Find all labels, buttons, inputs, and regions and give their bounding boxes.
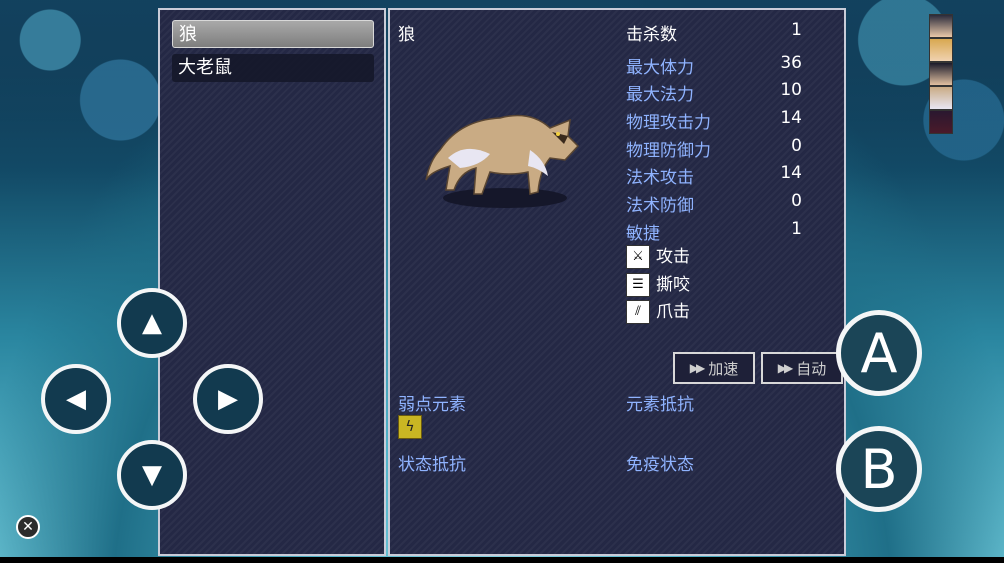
auto-label: 自动 (796, 359, 827, 378)
enemy-list-window: 狼 大老鼠 (158, 8, 386, 556)
stat-value-kills: 1 (791, 20, 802, 40)
stat-value-mag-atk: 14 (780, 163, 802, 183)
speed-up-button[interactable]: ▶▶ 加速 (673, 352, 755, 384)
stat-label-mag-def: 法术防御 (626, 196, 694, 216)
enemy-name: 狼 (398, 25, 415, 45)
skill-label: 撕咬 (656, 275, 690, 295)
stat-label-phys-def: 物理防御力 (626, 141, 711, 161)
sword-icon: ⚔ (626, 245, 650, 269)
skill-claw: ⫽ 爪击 (626, 300, 690, 324)
speed-up-label: 加速 (708, 359, 739, 378)
stat-label-max-mp: 最大法力 (626, 85, 694, 105)
stat-value-phys-atk: 14 (780, 108, 802, 128)
claw-icon: ⫽ (626, 300, 650, 324)
party-portrait (929, 14, 953, 38)
dpad-left-button[interactable]: ◀ (41, 364, 111, 434)
a-button-label: A (860, 321, 898, 385)
arrow-left-icon: ◀ (66, 384, 86, 414)
arrow-up-icon: ▲ (142, 308, 162, 338)
bite-icon: ☰ (626, 273, 650, 297)
stat-value-agility: 1 (791, 219, 802, 239)
dpad-up-button[interactable]: ▲ (117, 288, 187, 358)
party-portrait (929, 62, 953, 86)
arrow-right-icon: ▶ (218, 384, 238, 414)
wolf-sprite (425, 114, 580, 208)
party-portrait (929, 110, 953, 134)
list-item-label: 大老鼠 (178, 57, 232, 78)
immune-state-label: 免疫状态 (626, 455, 694, 475)
list-item-label: 狼 (179, 24, 197, 45)
close-icon[interactable]: ✕ (16, 515, 40, 539)
dpad-down-button[interactable]: ▼ (117, 440, 187, 510)
arrow-down-icon: ▼ (142, 460, 162, 490)
skill-attack: ⚔ 攻击 (626, 245, 690, 269)
stat-value-max-mp: 10 (780, 80, 802, 100)
stat-value-max-hp: 36 (780, 53, 802, 73)
stat-value-phys-def: 0 (791, 136, 802, 156)
list-item-wolf[interactable]: 狼 (172, 20, 374, 48)
fast-forward-icon: ▶▶ (777, 361, 794, 375)
skill-label: 爪击 (656, 302, 690, 322)
stat-value-mag-def: 0 (791, 191, 802, 211)
stat-label-agility: 敏捷 (626, 224, 660, 244)
party-portrait (929, 86, 953, 110)
bottom-bar (0, 557, 1004, 563)
state-resist-label: 状态抵抗 (398, 455, 466, 475)
b-button-label: B (860, 437, 898, 501)
party-portrait (929, 38, 953, 62)
stat-label-phys-atk: 物理攻击力 (626, 113, 711, 133)
stat-label-max-hp: 最大体力 (626, 58, 694, 78)
fast-forward-icon: ▶▶ (689, 361, 706, 375)
stat-label-mag-atk: 法术攻击 (626, 168, 694, 188)
stat-label-kills: 击杀数 (626, 25, 677, 45)
thunder-icon: ϟ (398, 415, 422, 439)
list-item-big-rat[interactable]: 大老鼠 (172, 54, 374, 82)
weak-element-label: 弱点元素 (398, 395, 466, 415)
b-button[interactable]: B (836, 426, 922, 512)
auto-button[interactable]: ▶▶ 自动 (761, 352, 843, 384)
a-button[interactable]: A (836, 310, 922, 396)
skill-label: 攻击 (656, 247, 690, 267)
element-resist-label: 元素抵抗 (626, 395, 694, 415)
party-portraits (929, 14, 955, 134)
skill-bite: ☰ 撕咬 (626, 273, 690, 297)
dpad-right-button[interactable]: ▶ (193, 364, 263, 434)
enemy-detail-window: 狼 击杀数 1 最大体力 36 最大法力 10 物理攻击力 14 物理防御力 0… (388, 8, 846, 556)
